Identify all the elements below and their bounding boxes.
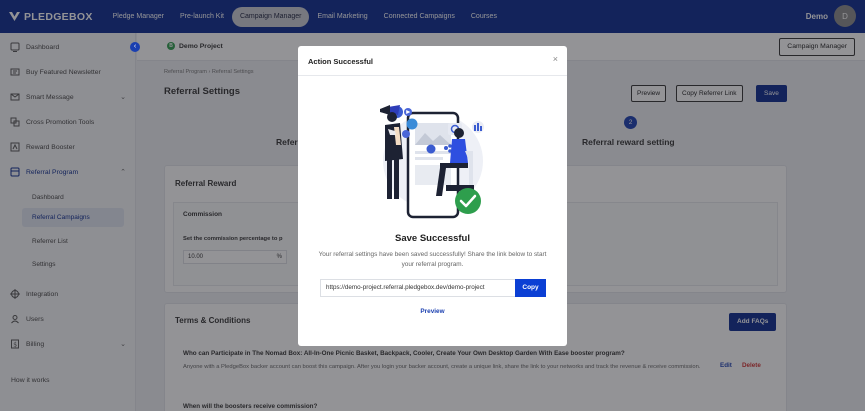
- modal-header: Action Successful ×: [298, 46, 567, 76]
- success-modal: Action Successful × f: [298, 46, 567, 346]
- referral-link-row: https://demo-project.referral.pledgebox.…: [320, 279, 546, 297]
- success-illustration-icon: f: [380, 105, 484, 219]
- close-icon[interactable]: ×: [553, 54, 558, 64]
- copy-button[interactable]: Copy: [515, 279, 546, 297]
- success-description: Your referral settings have been saved s…: [318, 251, 547, 268]
- modal-preview-link[interactable]: Preview: [298, 308, 567, 315]
- sidebar-collapse-button[interactable]: ‹: [130, 42, 140, 52]
- referral-link-field[interactable]: https://demo-project.referral.pledgebox.…: [320, 279, 515, 297]
- modal-title: Action Successful: [308, 57, 374, 66]
- success-title: Save Successful: [395, 233, 470, 244]
